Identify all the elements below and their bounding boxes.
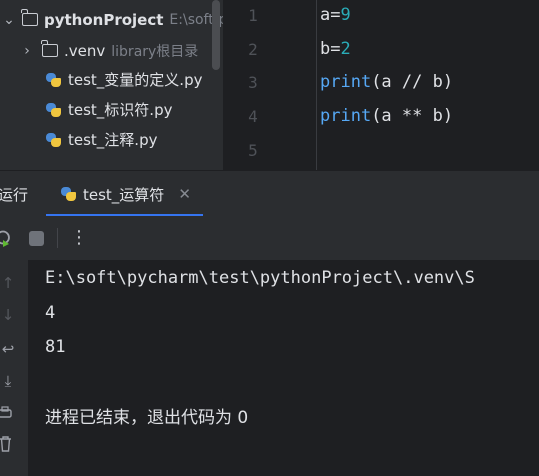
tree-file-label: test_变量的定义.py bbox=[68, 71, 203, 89]
folder-icon bbox=[41, 40, 58, 57]
console-side-toolbar: ↑ ↓ ↩ ⤓ bbox=[0, 260, 28, 476]
line-number: 5 bbox=[248, 141, 258, 160]
tree-file[interactable]: test_标识符.py bbox=[45, 93, 172, 126]
code-token: (a ** b) bbox=[371, 106, 454, 126]
arrow-up-icon[interactable]: ↑ bbox=[0, 274, 20, 292]
console-output-line: 81 bbox=[45, 337, 66, 357]
console-output[interactable]: E:\soft\pycharm\test\pythonProject\.venv… bbox=[28, 260, 539, 476]
console-output-line: 4 bbox=[45, 303, 56, 323]
line-number: 1 bbox=[248, 6, 258, 25]
arrow-down-icon[interactable]: ↓ bbox=[0, 306, 20, 324]
tree-file[interactable]: test_注释.py bbox=[45, 123, 157, 156]
tree-root[interactable]: ⌄ pythonProject E:\soft\p bbox=[2, 3, 223, 36]
tab-run-config[interactable]: test_运算符 ✕ bbox=[46, 171, 191, 217]
run-panel-header: 运行 test_运算符 ✕ bbox=[0, 170, 539, 217]
run-panel-title: 运行 bbox=[0, 186, 29, 204]
code-token: print bbox=[320, 106, 372, 126]
chevron-right-icon[interactable]: › bbox=[20, 43, 34, 59]
stop-icon[interactable] bbox=[29, 231, 44, 246]
python-file-icon bbox=[60, 186, 76, 202]
line-number: 3 bbox=[248, 73, 258, 92]
python-file-icon bbox=[45, 72, 61, 88]
code-line-2[interactable]: b=2 bbox=[320, 39, 351, 59]
python-file-icon bbox=[45, 102, 61, 118]
chevron-down-icon[interactable]: ⌄ bbox=[2, 12, 16, 28]
project-tree: ⌄ pythonProject E:\soft\p › .venv librar… bbox=[0, 0, 223, 170]
folder-icon bbox=[21, 9, 38, 26]
tree-item-venv-hint: library根目录 bbox=[111, 43, 199, 60]
toolbar-divider bbox=[57, 228, 58, 248]
run-toolbar: ⋮ bbox=[0, 216, 539, 260]
code-token: 2 bbox=[340, 39, 351, 59]
code-token: print bbox=[320, 72, 372, 92]
code-token: = bbox=[330, 39, 341, 59]
soft-wrap-icon[interactable]: ↩ bbox=[0, 340, 20, 358]
code-line-1[interactable]: a=9 bbox=[320, 5, 351, 25]
tree-file[interactable]: test_变量的定义.py bbox=[45, 63, 202, 96]
more-options-icon[interactable]: ⋮ bbox=[70, 227, 88, 248]
code-token: b bbox=[320, 39, 331, 59]
tab-label: test_运算符 bbox=[83, 185, 165, 204]
line-number: 2 bbox=[248, 40, 258, 59]
gutter-divider bbox=[316, 0, 317, 170]
scroll-to-end-icon[interactable]: ⤓ bbox=[0, 372, 20, 390]
console-command: E:\soft\pycharm\test\pythonProject\.venv… bbox=[45, 268, 475, 288]
line-number: 4 bbox=[248, 107, 258, 126]
python-file-icon bbox=[45, 132, 61, 148]
tree-root-label: pythonProject bbox=[44, 10, 164, 29]
tree-scrollbar[interactable] bbox=[212, 0, 220, 70]
process-exit-message: 进程已结束，退出代码为 0 bbox=[45, 408, 249, 428]
code-token: a bbox=[320, 5, 331, 25]
tree-item-venv-label: .venv bbox=[64, 41, 106, 60]
code-line-4[interactable]: print(a ** b) bbox=[320, 106, 453, 126]
code-token: = bbox=[330, 5, 341, 25]
code-token: (a // b) bbox=[371, 72, 454, 92]
tree-file-label: test_注释.py bbox=[68, 131, 158, 149]
print-icon[interactable] bbox=[0, 406, 12, 420]
rerun-icon[interactable] bbox=[0, 229, 12, 247]
tree-file-label: test_标识符.py bbox=[68, 101, 173, 119]
close-icon[interactable]: ✕ bbox=[178, 185, 191, 203]
code-token: 9 bbox=[340, 5, 351, 25]
code-editor[interactable]: 1 2 3 4 5 a=9 b=2 print(a // b) print(a … bbox=[223, 0, 539, 170]
trash-icon[interactable] bbox=[0, 436, 12, 452]
code-line-3[interactable]: print(a // b) bbox=[320, 72, 453, 92]
